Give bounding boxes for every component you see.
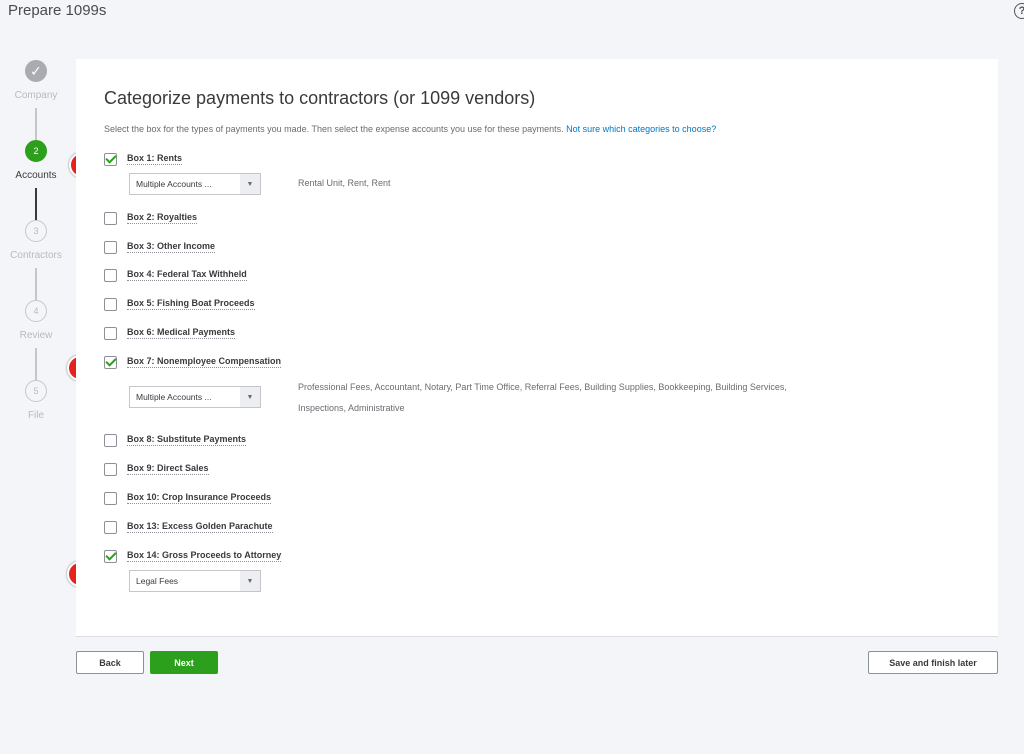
box-14-checkbox[interactable] — [104, 549, 117, 563]
box-label[interactable]: Box 2: Royalties — [127, 212, 198, 224]
box-7-account-select[interactable]: Multiple Accounts ... ▼ — [129, 386, 261, 408]
box-row: Box 4: Federal Tax Withheld — [104, 267, 247, 283]
step-label: File — [27, 410, 45, 421]
next-button[interactable]: Next — [150, 651, 218, 674]
box-row: Box 5: Fishing Boat Proceeds — [104, 296, 255, 312]
box-row: Box 6: Medical Payments — [104, 325, 236, 341]
box-10-checkbox[interactable] — [104, 491, 117, 505]
box-5-checkbox[interactable] — [104, 297, 117, 311]
categorize-card: Categorize payments to contractors (or 1… — [76, 59, 998, 637]
box-13-checkbox[interactable] — [104, 520, 117, 534]
box-label[interactable]: Box 4: Federal Tax Withheld — [127, 269, 247, 281]
box-label[interactable]: Box 6: Medical Payments — [127, 327, 236, 339]
box-label[interactable]: Box 13: Excess Golden Parachute — [127, 521, 273, 533]
step-company[interactable]: ✓ Company — [0, 60, 72, 101]
box-label[interactable]: Box 10: Crop Insurance Proceeds — [127, 492, 272, 504]
step-connector — [35, 348, 37, 380]
page-title: Categorize payments to contractors (or 1… — [104, 88, 536, 108]
step-number: 5 — [25, 380, 47, 402]
chevron-down-icon[interactable]: ▼ — [240, 571, 260, 591]
box-row: Box 13: Excess Golden Parachute — [104, 519, 273, 535]
select-value: Legal Fees — [136, 576, 179, 586]
step-label: Company — [14, 90, 58, 101]
box-1-checkbox[interactable] — [104, 152, 117, 166]
checkmark-icon: ✓ — [25, 60, 47, 82]
help-icon[interactable]: ? — [1014, 3, 1024, 19]
box-label[interactable]: Box 7: Nonemployee Compensation — [127, 356, 282, 368]
step-number: 3 — [25, 220, 47, 242]
box-4-checkbox[interactable] — [104, 268, 117, 282]
box-14-account-select[interactable]: Legal Fees ▼ — [129, 570, 261, 592]
step-accounts[interactable]: 2 Accounts — [0, 140, 72, 181]
box-label[interactable]: Box 14: Gross Proceeds to Attorney — [127, 550, 282, 562]
window-title: Prepare 1099s — [8, 2, 107, 19]
step-label: Accounts — [15, 170, 57, 181]
box-row: Box 3: Other Income — [104, 239, 216, 255]
step-number: 2 — [25, 140, 47, 162]
step-number: 4 — [25, 300, 47, 322]
step-contractors: 3 Contractors — [0, 220, 72, 261]
box-8-checkbox[interactable] — [104, 433, 117, 447]
box-row: Box 9: Direct Sales — [104, 461, 209, 477]
select-value: Multiple Accounts ... — [136, 179, 212, 189]
box-3-checkbox[interactable] — [104, 240, 117, 254]
box-label[interactable]: Box 5: Fishing Boat Proceeds — [127, 298, 255, 310]
box-label[interactable]: Box 1: Rents — [127, 153, 183, 165]
box-row: Box 14: Gross Proceeds to Attorney — [104, 548, 282, 564]
help-link[interactable]: Not sure which categories to choose? — [566, 124, 716, 134]
chevron-down-icon[interactable]: ▼ — [240, 387, 260, 407]
box-label[interactable]: Box 3: Other Income — [127, 241, 216, 253]
box-6-checkbox[interactable] — [104, 326, 117, 340]
box-1-account-select[interactable]: Multiple Accounts ... ▼ — [129, 173, 261, 195]
select-value: Multiple Accounts ... — [136, 392, 212, 402]
box-7-accounts: Professional Fees, Accountant, Notary, P… — [298, 382, 787, 413]
step-label: Contractors — [10, 250, 62, 261]
box-row: Box 8: Substitute Payments — [104, 432, 247, 448]
step-file: 5 File — [0, 380, 72, 421]
box-1-accounts: Rental Unit, Rent, Rent — [298, 178, 391, 188]
instructions: Select the box for the types of payments… — [104, 124, 716, 134]
step-connector — [35, 188, 37, 220]
box-9-checkbox[interactable] — [104, 462, 117, 476]
box-row: Box 1: Rents — [104, 151, 183, 167]
step-review: 4 Review — [0, 300, 72, 341]
chevron-down-icon[interactable]: ▼ — [240, 174, 260, 194]
box-label[interactable]: Box 8: Substitute Payments — [127, 434, 247, 446]
step-connector — [35, 108, 37, 140]
box-row: Box 2: Royalties — [104, 210, 198, 226]
instructions-text: Select the box for the types of payments… — [104, 124, 564, 134]
box-row: Box 7: Nonemployee Compensation — [104, 354, 282, 370]
box-2-checkbox[interactable] — [104, 211, 117, 225]
box-label[interactable]: Box 9: Direct Sales — [127, 463, 209, 475]
back-button[interactable]: Back — [76, 651, 144, 674]
step-connector — [35, 268, 37, 300]
step-label: Review — [19, 330, 53, 341]
save-and-finish-later-button[interactable]: Save and finish later — [868, 651, 998, 674]
box-7-checkbox[interactable] — [104, 355, 117, 369]
box-row: Box 10: Crop Insurance Proceeds — [104, 490, 272, 506]
